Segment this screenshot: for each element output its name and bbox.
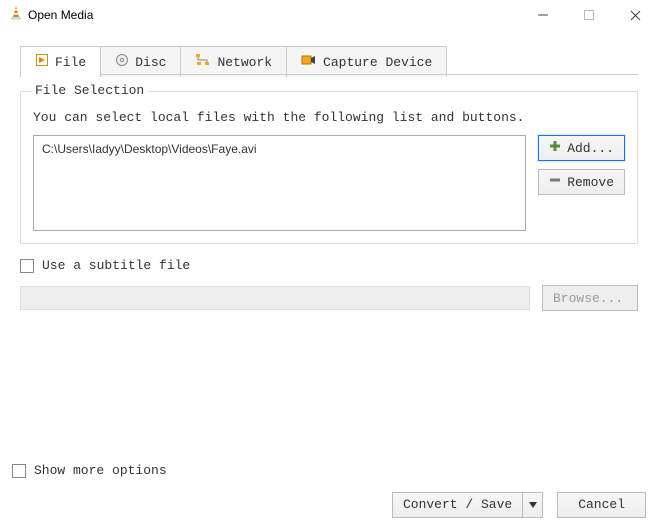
subtitle-path-input [20,286,530,310]
remove-button[interactable]: Remove [538,169,625,195]
button-label: Cancel [578,497,625,512]
tab-capture[interactable]: Capture Device [286,46,447,77]
subtitle-label: Use a subtitle file [42,258,190,273]
file-hint: You can select local files with the foll… [33,110,625,125]
cancel-button[interactable]: Cancel [557,492,646,518]
button-label: Convert / Save [393,493,522,517]
close-button[interactable] [612,0,658,30]
tab-panel-file: File Selection You can select local file… [0,77,658,321]
tab-label: Capture Device [323,55,432,70]
subtitle-checkbox-row[interactable]: Use a subtitle file [20,258,638,273]
tab-file[interactable]: File [20,46,101,77]
capture-icon [301,53,317,71]
tab-label: Network [217,55,272,70]
file-icon [35,53,49,71]
window-title: Open Media [24,8,520,22]
show-more-label: Show more options [34,463,167,478]
add-button[interactable]: Add... [538,135,625,161]
group-legend: File Selection [31,83,148,98]
tab-network[interactable]: Network [180,46,287,77]
browse-button: Browse... [542,285,638,311]
minimize-button[interactable] [520,0,566,30]
convert-save-button[interactable]: Convert / Save [392,492,543,518]
button-label: Browse... [553,291,623,306]
plus-icon [549,140,561,156]
vlc-icon [8,5,24,25]
button-label: Add... [567,141,614,156]
maximize-button[interactable] [566,0,612,30]
disc-icon [115,53,129,71]
network-icon [195,53,211,71]
button-label: Remove [567,175,614,190]
file-selection-group: File Selection You can select local file… [20,91,638,244]
chevron-down-icon[interactable] [522,493,542,517]
subtitle-checkbox[interactable] [20,259,34,273]
minus-icon [549,174,561,190]
tab-label: Disc [135,55,166,70]
title-bar: Open Media [0,0,658,30]
file-list[interactable]: C:\Users\Iadyy\Desktop\Videos\Faye.avi [33,135,526,231]
file-entry[interactable]: C:\Users\Iadyy\Desktop\Videos\Faye.avi [42,142,517,156]
show-more-row[interactable]: Show more options [12,463,646,478]
tab-disc[interactable]: Disc [100,46,181,77]
show-more-checkbox[interactable] [12,464,26,478]
tab-bar: File Disc Network Capture Device [20,46,658,77]
tab-label: File [55,55,86,70]
